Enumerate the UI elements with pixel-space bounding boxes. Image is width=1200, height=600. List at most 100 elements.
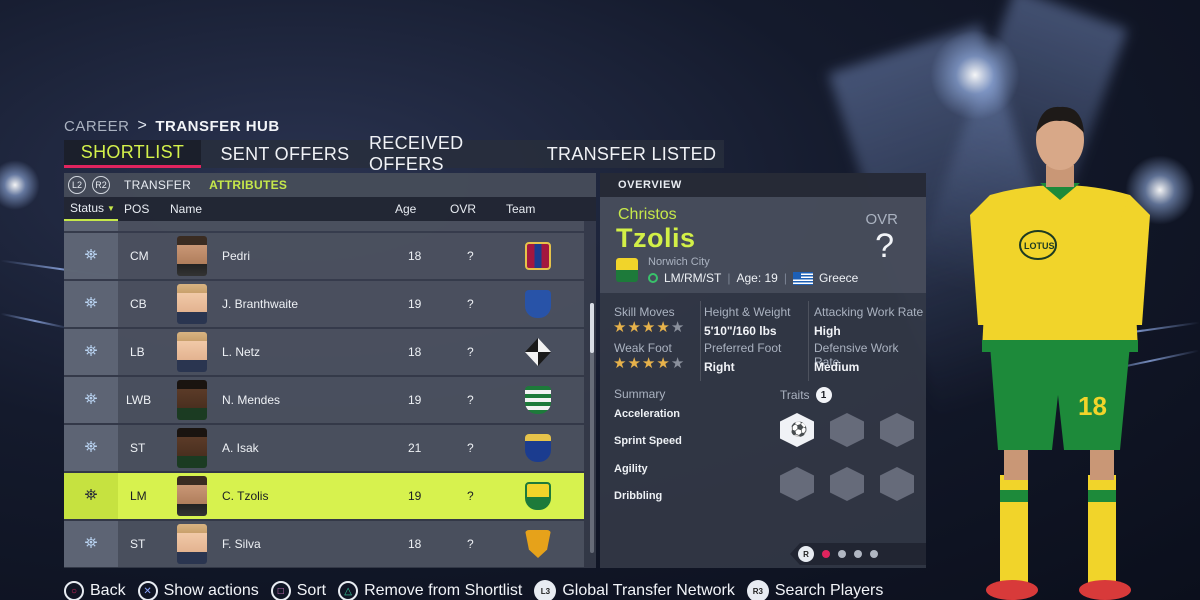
- scouting-binoculars-icon: ⛯: [84, 343, 98, 360]
- player-face-image: [177, 284, 207, 324]
- wolves-crest-icon: [525, 530, 551, 558]
- defensive-work-rate-value: Medium: [814, 360, 860, 374]
- preferred-foot-label: Preferred Foot: [704, 341, 782, 355]
- overview-header: OVERVIEW: [600, 173, 926, 197]
- player-age: 19: [408, 489, 422, 503]
- player-ovr: ?: [467, 441, 474, 455]
- tab-sent-offers[interactable]: SENT OFFERS: [201, 140, 369, 168]
- traits-header: Traits 1: [780, 387, 832, 403]
- attacking-work-rate-label: Attacking Work Rate: [814, 305, 924, 319]
- status-cell: [64, 221, 118, 231]
- page-dot-active[interactable]: [822, 550, 830, 558]
- status-cell: ⛯: [64, 329, 118, 375]
- table-row[interactable]: ⛯ CM Pedri 18 ?: [64, 233, 584, 279]
- list-scrollbar-thumb[interactable]: [590, 303, 594, 353]
- table-row[interactable]: ⛯ LWB N. Mendes 19 ?: [64, 377, 584, 423]
- breadcrumb-root[interactable]: CAREER: [64, 118, 130, 135]
- player-age: 21: [408, 441, 422, 455]
- sporting-crest-icon: [525, 386, 551, 414]
- player-name: J. Branthwaite: [222, 297, 299, 311]
- player-face: [177, 377, 207, 423]
- overview-pager[interactable]: R: [790, 543, 926, 565]
- table-row[interactable]: ⛯ LB L. Netz 18 ?: [64, 329, 584, 375]
- player-face: [177, 281, 207, 327]
- table-row[interactable]: ⛯ CB J. Branthwaite 19 ?: [64, 281, 584, 327]
- column-age[interactable]: Age: [395, 197, 416, 221]
- status-cell: ⛯: [64, 473, 118, 519]
- team-crest: [525, 233, 551, 279]
- l3-stick-icon: L3: [534, 580, 557, 600]
- star-icon: ★: [641, 355, 656, 372]
- table-row-partial[interactable]: [64, 221, 584, 231]
- player-age: 19: [408, 393, 422, 407]
- player-face-image: [177, 380, 207, 420]
- trait-slot-active[interactable]: ⚽: [780, 413, 814, 447]
- table-row-selected[interactable]: ⛯ LM C. Tzolis 19 ?: [64, 473, 584, 519]
- column-name[interactable]: Name: [170, 197, 202, 221]
- team-crest: [525, 329, 551, 375]
- back-prompt[interactable]: ○ Back: [64, 581, 126, 600]
- view-toggle: L2 R2 TRANSFER ATTRIBUTES: [64, 173, 596, 197]
- triangle-button-icon: △: [338, 581, 359, 600]
- status-cell: ⛯: [64, 425, 118, 471]
- table-row[interactable]: ⛯ ST F. Silva 18 ?: [64, 521, 584, 567]
- player-position: CM: [130, 249, 149, 263]
- traits-count-badge: 1: [815, 387, 832, 403]
- star-icon: ★: [613, 319, 627, 336]
- tab-shortlist[interactable]: SHORTLIST: [64, 140, 201, 168]
- sort-prompt[interactable]: □ Sort: [270, 581, 326, 600]
- player-position: LB: [130, 345, 145, 359]
- shirt-hem: [982, 340, 1138, 352]
- sort-down-icon: ▼: [107, 203, 115, 213]
- global-transfer-network-label: Global Transfer Network: [562, 582, 735, 599]
- scouting-binoculars-icon: ⛯: [84, 535, 98, 552]
- subtab-attributes[interactable]: ATTRIBUTES: [209, 178, 287, 192]
- weak-foot-label: Weak Foot: [614, 341, 672, 355]
- tab-received-offers[interactable]: RECEIVED OFFERS: [369, 133, 539, 174]
- traits-label: Traits: [780, 388, 810, 402]
- column-ovr[interactable]: OVR: [450, 197, 476, 221]
- remove-shortlist-prompt[interactable]: △ Remove from Shortlist: [338, 581, 522, 600]
- page-dot[interactable]: [870, 550, 878, 558]
- l2-button-icon[interactable]: L2: [68, 176, 86, 194]
- page-dot[interactable]: [838, 550, 846, 558]
- status-cell: ⛯: [64, 521, 118, 567]
- gladbach-crest-icon: [525, 338, 551, 366]
- global-transfer-network-prompt[interactable]: L3 Global Transfer Network: [534, 580, 735, 600]
- remove-shortlist-label: Remove from Shortlist: [364, 582, 523, 599]
- height-weight-label: Height & Weight: [704, 305, 791, 319]
- position-indicator-icon: [648, 273, 658, 283]
- real-sociedad-crest-icon: [525, 434, 551, 462]
- back-label: Back: [90, 582, 126, 599]
- player-face-image: [177, 236, 207, 276]
- search-players-prompt[interactable]: R3 Search Players: [746, 580, 884, 600]
- table-row[interactable]: ⛯ ST A. Isak 21 ?: [64, 425, 584, 471]
- player-name: C. Tzolis: [222, 489, 269, 503]
- column-pos[interactable]: POS: [124, 197, 149, 221]
- column-status[interactable]: Status ▼: [64, 197, 118, 221]
- column-team[interactable]: Team: [506, 197, 535, 221]
- search-players-label: Search Players: [774, 582, 884, 599]
- player-meta: LM/RM/ST | Age: 19 | Greece: [648, 271, 858, 285]
- show-actions-prompt[interactable]: ✕ Show actions: [137, 581, 259, 600]
- scouting-binoculars-icon: ⛯: [84, 247, 98, 264]
- ovr-label: OVR: [865, 211, 898, 228]
- player-position: CB: [130, 297, 147, 311]
- divider: [700, 301, 701, 381]
- summary-label: Summary: [614, 387, 666, 401]
- player-age: 18: [408, 249, 422, 263]
- breadcrumb-current: TRANSFER HUB: [155, 117, 280, 135]
- show-actions-label: Show actions: [163, 582, 259, 599]
- sock-stripe: [1000, 490, 1028, 502]
- subtab-transfer[interactable]: TRANSFER: [124, 178, 191, 192]
- player-left-boot: [986, 580, 1038, 600]
- star-icon: ★: [656, 355, 670, 372]
- page-dot[interactable]: [854, 550, 862, 558]
- meta-separator: |: [727, 271, 731, 285]
- player-name: Pedri: [222, 249, 251, 263]
- tab-transfer-listed[interactable]: TRANSFER LISTED: [539, 140, 724, 168]
- r2-button-icon[interactable]: R2: [92, 176, 110, 194]
- circle-button-icon: ○: [64, 581, 84, 600]
- summary-item: Sprint Speed: [614, 435, 682, 447]
- team-crest: [525, 473, 551, 519]
